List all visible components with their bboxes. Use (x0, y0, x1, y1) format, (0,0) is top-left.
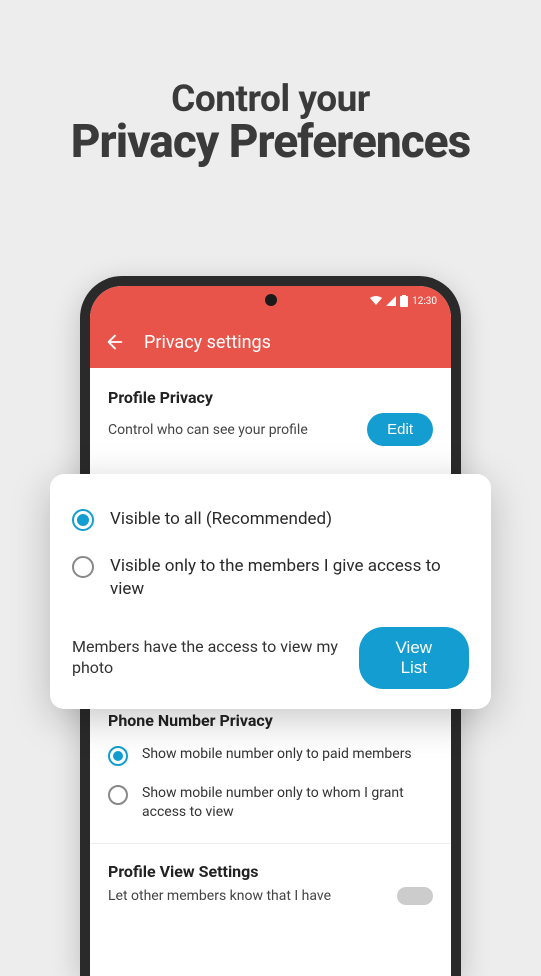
radio-label: Visible only to the members I give acces… (110, 555, 469, 601)
battery-icon (400, 295, 408, 307)
radio-icon (72, 509, 94, 531)
radio-label: Visible to all (Recommended) (110, 508, 332, 531)
edit-button[interactable]: Edit (367, 413, 433, 446)
radio-icon (108, 785, 128, 805)
app-header: Privacy settings (90, 316, 451, 368)
visibility-opt-all[interactable]: Visible to all (Recommended) (72, 496, 469, 543)
radio-icon (72, 556, 94, 578)
phone-privacy-section: Phone Number Privacy Show mobile number … (90, 693, 451, 843)
wifi-icon (370, 296, 382, 306)
radio-label: Show mobile number only to whom I grant … (142, 784, 433, 822)
profile-view-toggle[interactable] (397, 887, 433, 905)
phone-opt-paid[interactable]: Show mobile number only to paid members (108, 736, 433, 775)
profile-privacy-section: Profile Privacy Control who can see your… (90, 368, 451, 462)
visibility-opt-members[interactable]: Visible only to the members I give acces… (72, 543, 469, 613)
profile-privacy-title: Profile Privacy (108, 388, 433, 407)
phone-opt-grant[interactable]: Show mobile number only to whom I grant … (108, 775, 433, 831)
radio-icon (108, 746, 128, 766)
profile-view-desc: Let other members know that I have (108, 888, 385, 904)
promo-line-2: Privacy Preferences (0, 115, 541, 169)
back-arrow-icon[interactable] (104, 331, 126, 353)
profile-view-title: Profile View Settings (108, 862, 433, 881)
profile-view-section: Profile View Settings Let other members … (90, 844, 451, 905)
phone-privacy-title: Phone Number Privacy (108, 711, 433, 730)
photo-access-text: Members have the access to view my photo (72, 637, 359, 679)
view-list-button[interactable]: View List (359, 627, 469, 689)
signal-icon (386, 296, 396, 306)
page-title: Privacy settings (144, 332, 271, 353)
radio-label: Show mobile number only to paid members (142, 745, 412, 764)
profile-privacy-desc: Control who can see your profile (108, 422, 367, 438)
camera-dot (265, 294, 277, 306)
promo-heading: Control your Privacy Preferences (0, 0, 541, 169)
visibility-overlay-card: Visible to all (Recommended) Visible onl… (50, 474, 491, 709)
status-time: 12:30 (412, 296, 437, 307)
